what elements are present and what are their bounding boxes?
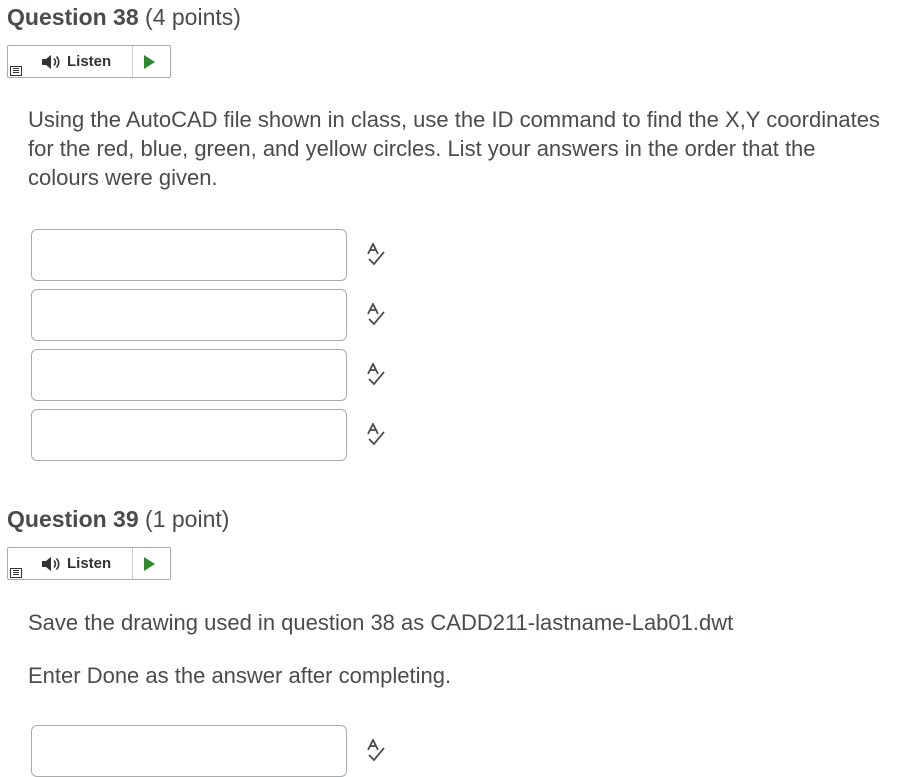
answer-input-4[interactable] — [31, 409, 347, 461]
spellcheck-icon[interactable] — [365, 423, 387, 447]
listen-divider — [132, 548, 133, 579]
question-number: Question 39 — [7, 506, 139, 532]
spellcheck-icon[interactable] — [365, 243, 387, 267]
question-prompt: Using the AutoCAD file shown in class, u… — [28, 107, 880, 190]
answer-row-1 — [31, 725, 411, 777]
menu-icon[interactable] — [10, 568, 22, 578]
play-icon[interactable] — [144, 55, 155, 69]
answer-row-4 — [31, 409, 411, 461]
listen-label: Listen — [67, 53, 112, 70]
answer-input-1[interactable] — [31, 725, 347, 777]
listen-divider — [132, 46, 133, 77]
question-number: Question 38 — [7, 4, 139, 30]
spellcheck-icon[interactable] — [365, 363, 387, 387]
speaker-icon — [42, 557, 60, 571]
question-points: (4 points) — [145, 4, 241, 30]
answer-row-3 — [31, 349, 411, 401]
listen-label: Listen — [67, 555, 112, 572]
question-points: (1 point) — [145, 506, 230, 532]
spellcheck-icon[interactable] — [365, 739, 387, 763]
question-instruction: Enter Done as the answer after completin… — [28, 663, 452, 688]
question-title: Question 39 (1 point) — [7, 506, 229, 533]
spellcheck-icon[interactable] — [365, 303, 387, 327]
answer-input-2[interactable] — [31, 289, 347, 341]
answer-row-1 — [31, 229, 411, 281]
speaker-icon — [42, 55, 60, 69]
listen-widget: Listen — [7, 547, 171, 580]
play-icon[interactable] — [144, 557, 155, 571]
answer-input-3[interactable] — [31, 349, 347, 401]
answer-row-2 — [31, 289, 411, 341]
answer-input-1[interactable] — [31, 229, 347, 281]
listen-widget: Listen — [7, 45, 171, 78]
question-prompt: Save the drawing used in question 38 as … — [28, 610, 734, 635]
question-title: Question 38 (4 points) — [7, 4, 241, 31]
menu-icon[interactable] — [10, 66, 22, 76]
